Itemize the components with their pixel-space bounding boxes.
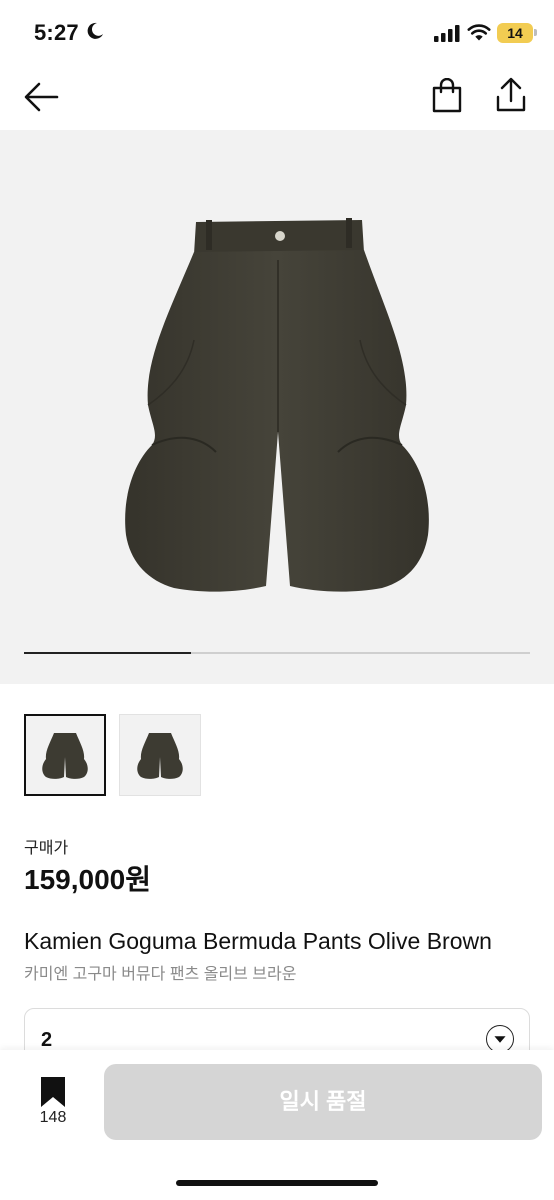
status-bar: 5:27 14: [0, 0, 554, 66]
product-name-korean: 카미엔 고구마 버뮤다 팬츠 올리브 브라운: [24, 966, 297, 983]
status-time: 5:27: [34, 20, 79, 45]
home-indicator: [176, 1180, 378, 1186]
bookmark-icon[interactable]: [39, 1076, 67, 1108]
bookmark-count: 148: [39, 1109, 67, 1126]
thumbnail-image: [137, 733, 183, 779]
battery-cap: [534, 29, 537, 36]
thumbnail-1[interactable]: [24, 714, 106, 796]
moon-icon: [87, 22, 103, 39]
gallery-progress-fill: [24, 652, 191, 654]
product-name: Kamien Goguma Bermuda Pants Olive Brown: [24, 928, 492, 954]
battery-icon: 14: [497, 23, 533, 43]
gallery-progress-track: [24, 652, 530, 654]
sold-out-button[interactable]: 일시 품절: [104, 1064, 542, 1140]
share-icon[interactable]: [494, 76, 528, 114]
thumbnail-strip: [24, 714, 324, 796]
thumbnail-image: [42, 733, 88, 779]
price-value: 159,000원: [24, 864, 151, 895]
product-image-gallery[interactable]: [0, 130, 554, 684]
price-label: 구매가: [24, 840, 69, 857]
bottom-action-bar: 148 일시 품절: [0, 1050, 554, 1200]
wifi-icon: [467, 24, 491, 41]
top-nav: [0, 66, 554, 130]
option-value: 2: [41, 1029, 53, 1051]
battery-level: 14: [507, 25, 523, 41]
signal-icon: [434, 25, 460, 42]
shopping-bag-icon[interactable]: [430, 78, 464, 114]
thumbnail-2[interactable]: [119, 714, 201, 796]
chevron-down-icon[interactable]: [486, 1025, 514, 1053]
back-arrow-icon[interactable]: [22, 80, 60, 114]
product-image: [125, 218, 429, 592]
